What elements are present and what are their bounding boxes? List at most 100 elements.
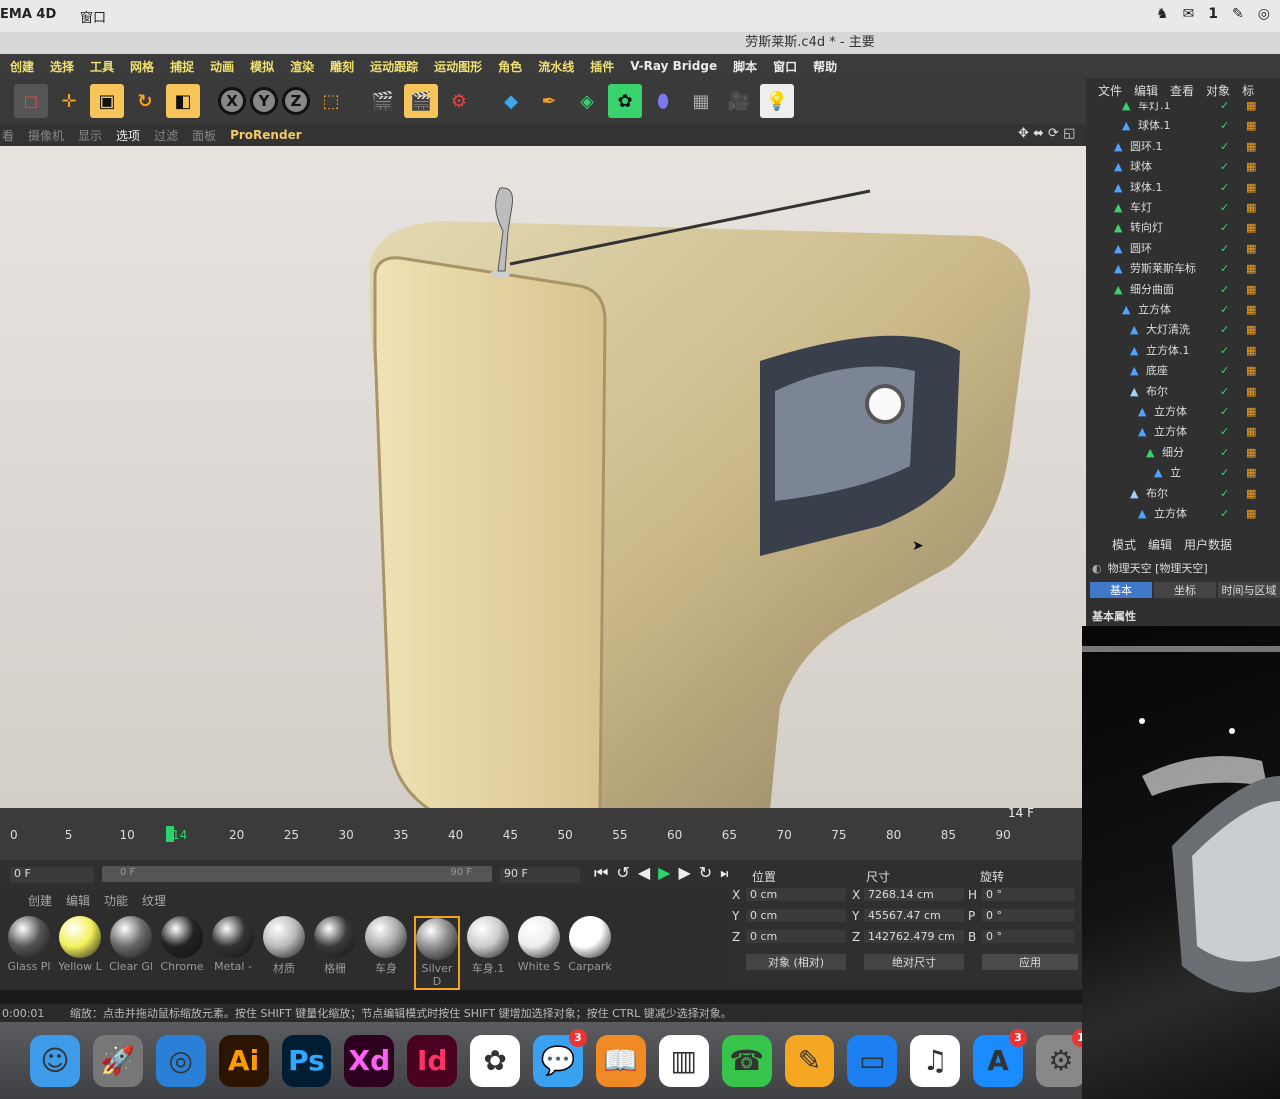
render-picture-viewer-icon[interactable]: 🎬: [404, 84, 438, 118]
apply-button[interactable]: 应用: [982, 954, 1078, 970]
launchpad-icon[interactable]: 🚀: [92, 1034, 143, 1087]
size-mode-select[interactable]: 绝对尺寸: [864, 954, 964, 970]
object-row[interactable]: ▲ 立方体 ✓ ▦: [1086, 300, 1280, 320]
visibility-check-icon[interactable]: ✓: [1220, 239, 1229, 259]
tag-icon[interactable]: ▦: [1246, 361, 1256, 381]
object-row[interactable]: ▲ 立方体 ✓ ▦: [1086, 402, 1280, 422]
viewport-menu-item-6[interactable]: ProRender: [230, 128, 302, 142]
visibility-check-icon[interactable]: ✓: [1220, 382, 1229, 402]
size-field[interactable]: 142762.479 cm: [864, 930, 964, 943]
visibility-check-icon[interactable]: ✓: [1220, 157, 1229, 177]
pen-tool-icon[interactable]: ✒: [532, 84, 566, 118]
xd-icon[interactable]: Xd: [344, 1034, 395, 1087]
tab-coord[interactable]: 坐标: [1154, 582, 1216, 598]
material-swatch[interactable]: Yellow L: [57, 916, 103, 973]
render-view-icon[interactable]: 🎬: [366, 84, 400, 118]
cc-icon[interactable]: ◎: [1258, 6, 1270, 22]
menu-item-17[interactable]: 帮助: [805, 58, 845, 75]
range-slider[interactable]: 0 F 90 F: [102, 866, 492, 882]
rotation-field[interactable]: 0 °: [982, 888, 1074, 901]
visibility-check-icon[interactable]: ✓: [1220, 102, 1229, 116]
viewport-menu-item-2[interactable]: 显示: [78, 127, 102, 144]
visibility-check-icon[interactable]: ✓: [1220, 178, 1229, 198]
object-row[interactable]: ▲ 球体.1 ✓ ▦: [1086, 116, 1280, 136]
viewport-menu-item-3[interactable]: 选项: [116, 127, 140, 144]
viewport-nav-icon[interactable]: ✥ ⬌ ⟳ ◱: [1018, 126, 1075, 141]
tab-time-region[interactable]: 时间与区域: [1218, 582, 1280, 598]
material-swatch[interactable]: 车身.1: [465, 916, 511, 976]
material-swatch[interactable]: Chrome: [159, 916, 205, 973]
rotate-icon[interactable]: ↻: [128, 84, 162, 118]
tag-icon[interactable]: ▦: [1246, 402, 1256, 422]
render-settings-icon[interactable]: ⚙: [442, 84, 476, 118]
menu-item-8[interactable]: 雕刻: [322, 58, 362, 75]
visibility-check-icon[interactable]: ✓: [1220, 320, 1229, 340]
mac-window-menu[interactable]: 窗口: [80, 7, 106, 26]
menu-item-6[interactable]: 模拟: [242, 58, 282, 75]
position-field[interactable]: 0 cm: [746, 888, 846, 901]
object-row[interactable]: ▲ 大灯清洗 ✓ ▦: [1086, 320, 1280, 340]
object-row[interactable]: ▲ 立 ✓ ▦: [1086, 463, 1280, 483]
prev-key-icon[interactable]: ↺: [616, 863, 629, 883]
pages-icon[interactable]: ✎: [784, 1034, 835, 1087]
menu-item-16[interactable]: 窗口: [765, 58, 805, 75]
wechat-icon[interactable]: ✉: [1183, 6, 1195, 22]
timeline[interactable]: 0 5 10 14 20 25 30 35 40 45 50 55 60 65 70 75 80 85 90 14 …: [0, 806, 1086, 860]
menu-item-5[interactable]: 动画: [202, 58, 242, 75]
object-row[interactable]: ▲ 立方体 ✓ ▦: [1086, 504, 1280, 524]
next-key-icon[interactable]: ↻: [699, 863, 712, 883]
menu-item-11[interactable]: 角色: [490, 58, 530, 75]
tag-icon[interactable]: ▦: [1246, 116, 1256, 136]
menu-item-9[interactable]: 运动跟踪: [362, 58, 426, 75]
scale-icon[interactable]: ▣: [90, 84, 124, 118]
ibooks-icon[interactable]: 📖: [595, 1034, 646, 1087]
visibility-check-icon[interactable]: ✓: [1220, 280, 1229, 300]
photoshop-icon[interactable]: Ps: [281, 1034, 332, 1087]
viewport[interactable]: ➤: [0, 146, 1086, 810]
tag-icon[interactable]: ▦: [1246, 300, 1256, 320]
menu-item-0[interactable]: 创建: [2, 58, 42, 75]
tag-icon[interactable]: ▦: [1246, 259, 1256, 279]
menu-item-4[interactable]: 捕捉: [162, 58, 202, 75]
preferences-icon[interactable]: ⚙ 1: [1036, 1028, 1090, 1087]
material-swatch[interactable]: 格栅: [312, 916, 358, 976]
object-row[interactable]: ▲ 球体 ✓ ▦: [1086, 157, 1280, 177]
app-name[interactable]: EMA 4D: [0, 7, 56, 22]
light-icon[interactable]: 💡: [760, 84, 794, 118]
object-row[interactable]: ▲ 车灯.1 ✓ ▦: [1086, 102, 1280, 116]
subdivision-icon[interactable]: ◈: [570, 84, 604, 118]
rotation-field[interactable]: 0 °: [982, 909, 1074, 922]
object-row[interactable]: ▲ 圆环 ✓ ▦: [1086, 239, 1280, 259]
keynote-icon[interactable]: ▭: [847, 1034, 898, 1087]
axis-x-button[interactable]: X: [218, 87, 246, 115]
next-frame-icon[interactable]: ▶: [678, 863, 690, 883]
material-swatch[interactable]: Metal -: [210, 916, 256, 973]
timeline-ruler[interactable]: 0 5 10 14 20 25 30 35 40 45 50 55 60 65 70 75 80 85 90: [0, 808, 1011, 842]
illustrator-icon[interactable]: Ai: [218, 1034, 269, 1087]
visibility-check-icon[interactable]: ✓: [1220, 422, 1229, 442]
tag-icon[interactable]: ▦: [1246, 382, 1256, 402]
qq-icon[interactable]: ♞: [1156, 6, 1169, 22]
playhead[interactable]: [166, 826, 174, 842]
visibility-check-icon[interactable]: ✓: [1220, 504, 1229, 524]
tag-icon[interactable]: ▦: [1246, 280, 1256, 300]
go-start-icon[interactable]: ⏮: [594, 863, 608, 883]
object-menu-item-1[interactable]: 编辑: [1134, 82, 1158, 99]
finder-icon[interactable]: ☺: [30, 1034, 80, 1087]
numbers-icon[interactable]: ▥: [658, 1034, 709, 1087]
visibility-check-icon[interactable]: ✓: [1220, 137, 1229, 157]
tag-icon[interactable]: ▦: [1246, 218, 1256, 238]
object-menu-item-2[interactable]: 查看: [1170, 82, 1194, 99]
object-menu-item-3[interactable]: 对象: [1206, 82, 1230, 99]
menu-item-3[interactable]: 网格: [122, 58, 162, 75]
deformer-icon[interactable]: ⬮: [646, 84, 680, 118]
menu-item-15[interactable]: 脚本: [725, 58, 765, 75]
tag-icon[interactable]: ▦: [1246, 157, 1256, 177]
coord-system-icon[interactable]: ⬚: [314, 84, 348, 118]
floor-icon[interactable]: ▦: [684, 84, 718, 118]
visibility-check-icon[interactable]: ✓: [1220, 443, 1229, 463]
object-menu-item-4[interactable]: 标: [1242, 82, 1254, 99]
tag-icon[interactable]: ▦: [1246, 320, 1256, 340]
cube-icon[interactable]: ◆: [494, 84, 528, 118]
visibility-check-icon[interactable]: ✓: [1220, 463, 1229, 483]
